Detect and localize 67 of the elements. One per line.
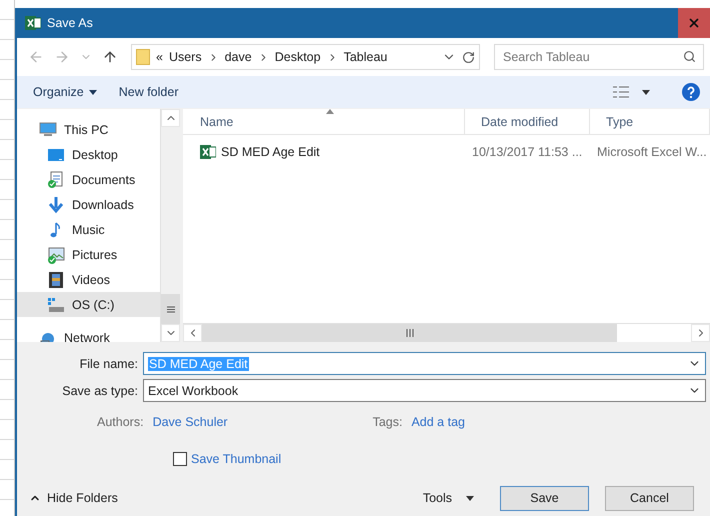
nav-item[interactable]: Videos (17, 267, 160, 292)
sort-arrow-icon (326, 109, 334, 114)
cancel-button[interactable]: Cancel (605, 486, 694, 510)
tags-label: Tags: (372, 415, 402, 429)
search-icon (683, 50, 696, 63)
grip-icon (406, 329, 414, 337)
search-field[interactable]: Search Tableau (494, 44, 704, 70)
breadcrumb[interactable]: Tableau (344, 50, 388, 64)
scroll-down-button[interactable] (161, 324, 180, 342)
help-icon[interactable] (682, 83, 700, 101)
breadcrumb[interactable]: Desktop (274, 50, 321, 64)
tags-link[interactable]: Add a tag (411, 415, 492, 429)
drive-icon (47, 296, 65, 314)
save-button[interactable]: Save (500, 486, 589, 510)
table-cell[interactable]: 10/13/2017 11:53 ... (465, 145, 590, 159)
tools-button[interactable]: Tools (422, 491, 474, 505)
nav-item[interactable]: Pictures (17, 242, 160, 267)
vertical-scrollbar[interactable] (160, 109, 180, 342)
caret-icon (466, 496, 474, 500)
hide-folders-button[interactable]: Hide Folders (29, 491, 118, 505)
path-overflow[interactable]: « (156, 50, 163, 64)
film-icon (47, 270, 65, 288)
details-view-icon (612, 85, 630, 99)
breadcrumb[interactable]: dave (224, 50, 252, 64)
refresh-icon[interactable] (462, 50, 475, 64)
view-options-button[interactable] (612, 85, 650, 99)
scroll-right-button[interactable] (691, 324, 710, 342)
nav-item[interactable]: Music (17, 217, 160, 242)
computer-icon (39, 120, 57, 138)
scroll-thumb[interactable] (202, 324, 617, 342)
nav-item[interactable]: Downloads (17, 192, 160, 217)
grip-icon (166, 306, 174, 312)
nav-item[interactable]: Desktop (17, 142, 160, 167)
save-as-type-label: Save as type: (61, 384, 139, 398)
save-thumbnail-label[interactable]: Save Thumbnail (191, 452, 291, 466)
scroll-thumb[interactable] (161, 294, 180, 324)
close-button[interactable] (678, 8, 710, 38)
new-folder-button[interactable]: New folder (118, 85, 178, 99)
organize-button[interactable]: Organize (33, 85, 97, 99)
column-header[interactable]: Type (590, 109, 710, 134)
save-as-type-dropdown[interactable]: Excel Workbook (143, 379, 706, 402)
authors-link[interactable]: Dave Schuler (152, 415, 373, 429)
scroll-up-button[interactable] (161, 109, 180, 127)
column-header[interactable]: Name (183, 109, 465, 134)
address-bar[interactable]: « Users dave Desktop Tableau (131, 44, 480, 70)
excel-file-icon (200, 144, 216, 160)
breadcrumb[interactable]: Users (168, 50, 202, 64)
nav-item[interactable]: This PC (17, 117, 160, 142)
table-cell[interactable]: SD MED Age Edit (183, 144, 465, 160)
scroll-left-button[interactable] (183, 324, 202, 342)
checkbox[interactable] (173, 452, 187, 466)
window-title: Save As (47, 16, 94, 30)
caret-icon (88, 90, 97, 94)
authors-label: Authors: (97, 415, 144, 429)
folder-icon (136, 49, 150, 65)
table-cell[interactable]: Microsoft Excel W... (590, 145, 710, 159)
nav-item[interactable]: Documents (17, 167, 160, 192)
pictures-icon (47, 246, 65, 264)
caret-icon (642, 90, 650, 94)
close-icon (687, 16, 701, 30)
column-header[interactable]: Date modified (465, 109, 590, 134)
arrow-right-icon (54, 49, 70, 65)
file-name-label: File name: (78, 356, 139, 370)
document-icon (47, 170, 65, 188)
nav-item[interactable]: OS (C:) (17, 292, 160, 317)
download-arrow-icon (47, 196, 65, 214)
excel-logo-icon (25, 15, 41, 31)
